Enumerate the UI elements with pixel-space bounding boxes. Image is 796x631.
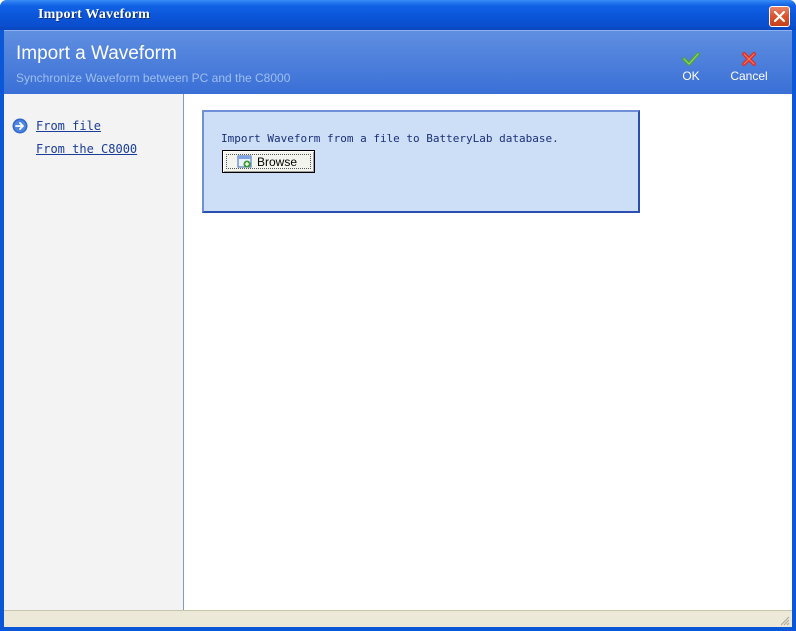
main-content: Import Waveform from a file to BatteryLa… xyxy=(185,94,792,610)
sidebar-item-label: From file xyxy=(36,119,102,133)
add-file-icon xyxy=(237,155,252,167)
status-bar xyxy=(4,610,792,627)
ok-label: OK xyxy=(682,69,700,83)
title-bar[interactable]: Import Waveform xyxy=(0,0,796,30)
sidebar: From file From the C8000 xyxy=(4,94,184,610)
close-button[interactable] xyxy=(769,6,790,27)
sidebar-item-from-file[interactable]: From file xyxy=(12,118,101,134)
sidebar-item-from-c8000[interactable]: From the C8000 xyxy=(36,142,137,156)
page-title: Import a Waveform xyxy=(16,43,177,64)
checkmark-icon xyxy=(682,52,700,66)
close-icon xyxy=(773,10,786,23)
arrow-right-circle-icon xyxy=(12,118,28,134)
sidebar-item-label: From the C8000 xyxy=(36,142,138,156)
dialog-client-area: Import a Waveform Synchronize Waveform b… xyxy=(4,30,792,627)
resize-grip-icon[interactable] xyxy=(778,614,790,626)
import-panel: Import Waveform from a file to BatteryLa… xyxy=(202,110,640,213)
cancel-label: Cancel xyxy=(730,69,768,83)
dialog-header: Import a Waveform Synchronize Waveform b… xyxy=(4,30,792,94)
browse-button[interactable]: Browse xyxy=(222,150,315,173)
cancel-x-icon xyxy=(742,52,756,66)
ok-button[interactable]: OK xyxy=(676,51,706,89)
window-title: Import Waveform xyxy=(38,7,150,22)
cancel-button[interactable]: Cancel xyxy=(724,51,774,89)
browse-label: Browse xyxy=(257,154,298,169)
import-description: Import Waveform from a file to BatteryLa… xyxy=(221,132,559,145)
dialog-window: Import Waveform Import a Waveform Synchr… xyxy=(0,0,796,631)
page-subtitle: Synchronize Waveform between PC and the … xyxy=(16,71,291,85)
